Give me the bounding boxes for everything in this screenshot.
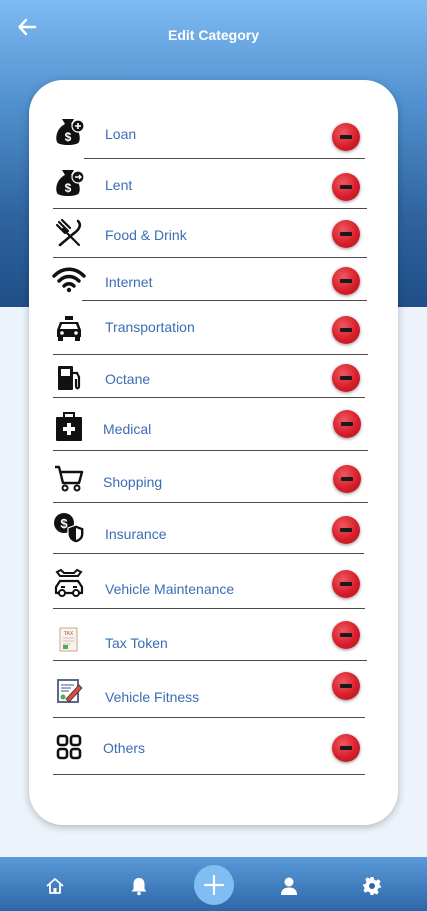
wifi-icon: [52, 263, 86, 297]
category-row-shopping[interactable]: Shopping: [29, 451, 398, 503]
remove-button[interactable]: [332, 570, 360, 598]
category-row-others[interactable]: Others: [29, 718, 398, 775]
category-label: Food & Drink: [105, 227, 187, 243]
category-label: Medical: [103, 421, 152, 437]
category-label: Octane: [105, 371, 151, 387]
add-button[interactable]: [194, 865, 234, 905]
gear-icon[interactable]: [361, 875, 383, 897]
category-row-vehicle-fitness[interactable]: Vehicle Fitness: [29, 661, 398, 718]
remove-button[interactable]: [332, 220, 360, 248]
category-label: Tax Token: [105, 635, 168, 651]
money-bag-plus-icon: $: [52, 115, 86, 149]
divider: [53, 774, 365, 775]
category-label: Vehicle Fitness: [105, 689, 200, 705]
remove-button[interactable]: [332, 621, 360, 649]
category-label: Lent: [105, 177, 133, 193]
category-row-transportation[interactable]: Transportation: [29, 301, 398, 355]
svg-text:$: $: [60, 516, 68, 531]
home-icon[interactable]: [44, 875, 66, 897]
fork-knife-icon: [52, 216, 86, 250]
category-label: Transportation: [105, 319, 195, 335]
remove-button[interactable]: [332, 516, 360, 544]
category-label: Loan: [105, 126, 137, 142]
plus-icon: [203, 874, 225, 896]
category-row-tax-token[interactable]: TAX Tax Token: [29, 609, 398, 661]
grid-icon: [52, 730, 86, 764]
page-title: Edit Category: [167, 27, 259, 43]
certificate-pen-icon: [52, 674, 86, 708]
category-label: Shopping: [103, 474, 163, 490]
bell-icon[interactable]: [128, 875, 150, 897]
category-row-medical[interactable]: Medical: [29, 398, 398, 451]
money-bag-arrow-icon: $: [52, 166, 86, 200]
category-label: Vehicle Maintenance: [105, 581, 235, 597]
shopping-cart-icon: [52, 461, 86, 495]
svg-text:$: $: [65, 130, 72, 144]
svg-text:TAX: TAX: [64, 631, 74, 637]
category-card: $ Loan $ Lent Food & Drink Internet Tran…: [29, 80, 398, 825]
remove-button[interactable]: [332, 672, 360, 700]
remove-button[interactable]: [332, 173, 360, 201]
category-row-loan[interactable]: $ Loan: [29, 108, 398, 159]
user-icon[interactable]: [278, 875, 300, 897]
coin-shield-icon: $: [52, 511, 86, 545]
category-row-internet[interactable]: Internet: [29, 258, 398, 301]
taxi-icon: [52, 311, 86, 345]
category-row-vehicle-maintenance[interactable]: Vehicle Maintenance: [29, 554, 398, 609]
remove-button[interactable]: [333, 410, 361, 438]
remove-button[interactable]: [332, 123, 360, 151]
first-aid-kit-icon: [52, 410, 86, 444]
category-row-food-drink[interactable]: Food & Drink: [29, 209, 398, 258]
tax-document-icon: TAX: [52, 623, 86, 657]
svg-text:$: $: [65, 181, 72, 195]
remove-button[interactable]: [332, 364, 360, 392]
category-row-octane[interactable]: Octane: [29, 355, 398, 398]
remove-button[interactable]: [333, 465, 361, 493]
category-label: Others: [103, 740, 146, 756]
remove-button[interactable]: [332, 316, 360, 344]
car-wrench-icon: [52, 565, 86, 599]
remove-button[interactable]: [332, 734, 360, 762]
category-label: Insurance: [105, 526, 167, 542]
remove-button[interactable]: [332, 267, 360, 295]
category-label: Internet: [105, 274, 153, 290]
bottom-navigation: [0, 857, 427, 911]
fuel-pump-icon: [52, 361, 86, 395]
category-row-lent[interactable]: $ Lent: [29, 159, 398, 209]
category-row-insurance[interactable]: $ Insurance: [29, 503, 398, 554]
